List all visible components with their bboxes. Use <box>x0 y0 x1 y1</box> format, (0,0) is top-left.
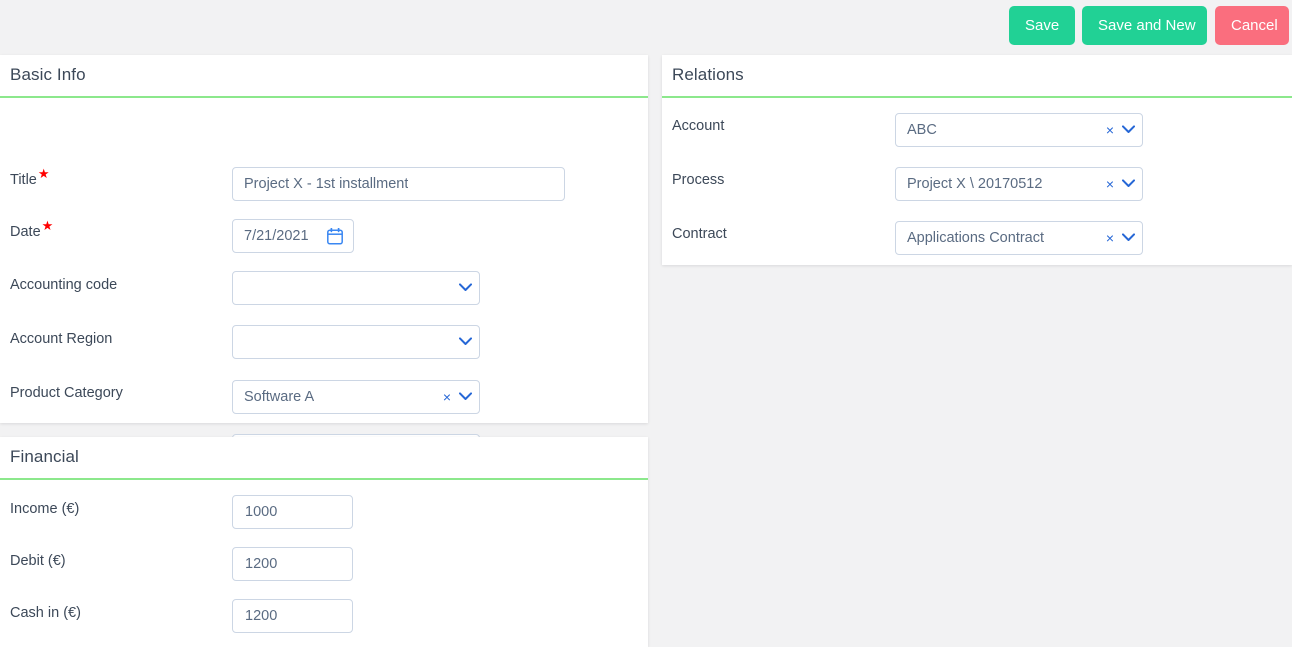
clear-icon[interactable]: × <box>443 381 451 413</box>
cash-in-input[interactable]: 1200 <box>232 599 353 633</box>
basic-info-panel: Basic Info Title★ Project X - 1st instal… <box>0 55 648 468</box>
chevron-down-icon[interactable] <box>1122 179 1135 190</box>
date-label-text: Date <box>10 224 41 240</box>
action-toolbar: Save Save and New Cancel <box>0 0 1292 52</box>
financial-panel: Financial Income (€) 1000 Debit (€) 1200… <box>0 437 648 647</box>
section-divider <box>0 96 648 98</box>
basic-info-title: Basic Info <box>10 65 86 84</box>
chevron-down-icon[interactable] <box>459 337 472 348</box>
required-marker-icon: ★ <box>41 218 54 234</box>
income-value: 1000 <box>245 504 278 520</box>
accounting-code-select[interactable] <box>232 271 480 305</box>
contract-value: Applications Contract <box>907 230 1045 246</box>
required-marker-icon: ★ <box>37 166 50 182</box>
section-divider <box>0 478 648 480</box>
product-category-select[interactable]: Software A × <box>232 380 480 414</box>
date-input[interactable]: 7/21/2021 <box>232 219 354 253</box>
title-label-text: Title <box>10 172 37 188</box>
income-input[interactable]: 1000 <box>232 495 353 529</box>
debit-value: 1200 <box>245 556 278 572</box>
income-label: Income (€) <box>10 501 80 517</box>
product-category-label: Product Category <box>10 385 123 401</box>
process-select[interactable]: Project X \ 20170512 × <box>895 167 1143 201</box>
contract-select[interactable]: Applications Contract × <box>895 221 1143 255</box>
debit-label: Debit (€) <box>10 553 66 569</box>
account-region-label: Account Region <box>10 331 113 347</box>
chevron-down-icon[interactable] <box>1122 233 1135 244</box>
relations-panel: Relations Account ABC × Process Project … <box>662 55 1292 265</box>
date-label: Date★ <box>10 219 53 240</box>
chevron-down-icon[interactable] <box>1122 125 1135 136</box>
title-input[interactable]: Project X - 1st installment <box>232 167 565 201</box>
title-value: Project X - 1st installment <box>244 176 409 192</box>
clear-icon[interactable]: × <box>1106 222 1114 254</box>
account-region-select[interactable] <box>232 325 480 359</box>
save-button[interactable]: Save <box>1009 6 1075 45</box>
clear-icon[interactable]: × <box>1106 168 1114 200</box>
process-value: Project X \ 20170512 <box>907 176 1043 192</box>
account-select[interactable]: ABC × <box>895 113 1143 147</box>
accounting-code-label: Accounting code <box>10 277 118 293</box>
relations-title: Relations <box>672 65 744 84</box>
cash-in-value: 1200 <box>245 608 278 624</box>
clear-icon[interactable]: × <box>1106 114 1114 146</box>
title-label: Title★ <box>10 167 50 188</box>
contract-label: Contract <box>672 226 727 242</box>
save-and-new-button[interactable]: Save and New <box>1082 6 1207 45</box>
date-value: 7/21/2021 <box>244 228 309 244</box>
calendar-icon[interactable] <box>327 227 343 245</box>
chevron-down-icon[interactable] <box>459 283 472 294</box>
account-label: Account <box>672 118 725 134</box>
cancel-button[interactable]: Cancel <box>1215 6 1289 45</box>
cash-in-label: Cash in (€) <box>10 605 81 621</box>
chevron-down-icon[interactable] <box>459 392 472 403</box>
section-divider <box>662 96 1292 98</box>
product-category-value: Software A <box>244 389 315 405</box>
financial-title: Financial <box>10 447 79 466</box>
account-value: ABC <box>907 122 937 138</box>
debit-input[interactable]: 1200 <box>232 547 353 581</box>
process-label: Process <box>672 172 725 188</box>
